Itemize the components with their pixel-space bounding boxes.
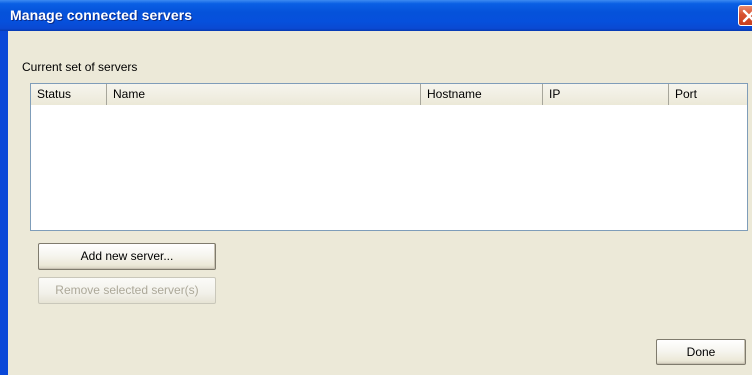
- close-icon: [742, 9, 752, 23]
- dialog-window: Manage connected servers Current set of …: [0, 0, 752, 375]
- remove-server-button[interactable]: Remove selected server(s): [38, 277, 216, 304]
- server-list-header: Status Name Hostname IP Port: [31, 84, 747, 105]
- done-button[interactable]: Done: [656, 339, 746, 365]
- close-button[interactable]: [738, 5, 752, 26]
- column-header-hostname[interactable]: Hostname: [421, 84, 543, 105]
- window-title: Manage connected servers: [10, 7, 193, 23]
- title-bar[interactable]: Manage connected servers: [0, 0, 752, 31]
- column-header-status[interactable]: Status: [31, 84, 107, 105]
- column-header-ip[interactable]: IP: [543, 84, 669, 105]
- dialog-client-area: Current set of servers Status Name Hostn…: [8, 31, 752, 375]
- column-header-name[interactable]: Name: [107, 84, 421, 105]
- add-server-button[interactable]: Add new server...: [38, 243, 216, 270]
- server-list[interactable]: Status Name Hostname IP Port: [30, 83, 748, 231]
- column-header-port[interactable]: Port: [669, 84, 747, 105]
- servers-section-label: Current set of servers: [22, 60, 138, 74]
